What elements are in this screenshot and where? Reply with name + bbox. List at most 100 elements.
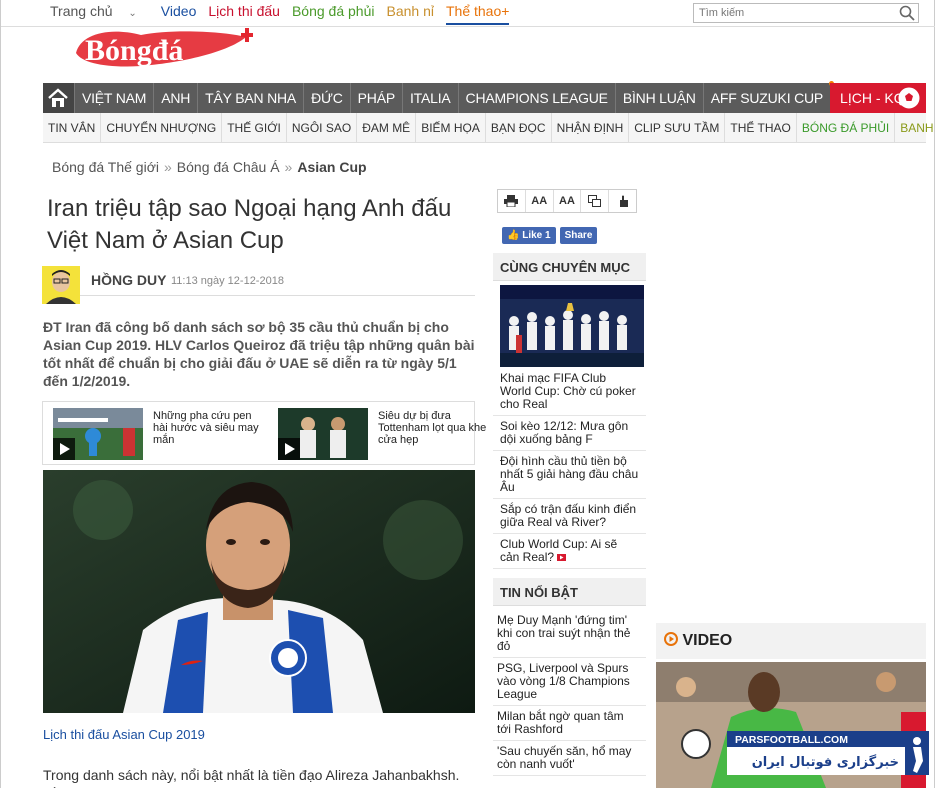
related-videos: Những pha cứu pen hài hước và siêu may m…	[42, 401, 486, 465]
play-circle-icon	[664, 632, 678, 646]
font-decrease-label: AA	[531, 195, 548, 207]
top-link-schedule[interactable]: Lịch thi đấu	[208, 3, 280, 25]
top-link-video[interactable]: Video	[161, 3, 197, 25]
home-icon	[48, 88, 69, 107]
nav-item-anh[interactable]: ANH	[153, 83, 197, 113]
font-decrease-button[interactable]: AA	[526, 190, 554, 212]
nav-item-phap[interactable]: PHÁP	[349, 83, 402, 113]
watermark-persian: خبرگزاری فوتبال ایران	[752, 754, 899, 770]
same-category-item[interactable]: Club World Cup: Ai sẽ cản Real?	[493, 534, 646, 569]
search-input[interactable]: Tìm kiếm	[693, 3, 919, 23]
breadcrumb-item-world[interactable]: Bóng đá Thế giới	[52, 159, 159, 175]
related-video-title: Những pha cứu pen hài hước và siêu may m…	[153, 410, 259, 446]
same-category-thumbnail[interactable]	[500, 285, 644, 367]
copy-button[interactable]	[581, 190, 610, 212]
printer-icon	[504, 195, 519, 207]
top-link-home[interactable]: Trang chủ ⌄	[50, 3, 149, 25]
font-increase-button[interactable]: AA	[554, 190, 582, 212]
same-category-item[interactable]: Sắp có trận đấu kinh điển giữa Real và R…	[493, 499, 646, 534]
byline: HỒNG DUY 11:13 ngày 12-12-2018	[42, 266, 475, 304]
font-increase-label: AA	[559, 195, 575, 207]
hot-news-item[interactable]: 'Sau chuyến săn, hổ may còn nanh vuốt'	[493, 741, 646, 776]
parsfootball-watermark: PARSFOOTBALL.COM خبرگزاری فوتبال ایران	[727, 731, 929, 775]
nav-item-duc[interactable]: ĐỨC	[303, 83, 350, 113]
hot-news-item[interactable]: PSG, Liverpool và Spurs vào vòng 1/8 Cha…	[493, 658, 646, 706]
subnav-item-tin-van[interactable]: TIN VẮN	[43, 112, 102, 143]
subnav-item-biem-hoa[interactable]: BIẾM HỌA	[416, 112, 486, 143]
nav-home-button[interactable]	[43, 83, 74, 113]
article-summary: ĐT Iran đã công bố danh sách sơ bộ 35 cầ…	[43, 319, 475, 389]
chevron-down-icon: ⌄	[128, 8, 137, 19]
top-links: Trang chủ ⌄ Video Lịch thi đấu Bóng đá p…	[50, 3, 521, 25]
breadcrumb-item-asian-cup[interactable]: Asian Cup	[297, 159, 366, 175]
article-hero-image	[43, 470, 475, 713]
author-name[interactable]: HỒNG DUY	[91, 272, 166, 288]
hot-news-item[interactable]: Milan bắt ngờ quan tâm tới Rashford	[493, 706, 646, 741]
soccer-ball-icon	[898, 87, 920, 109]
nav-item-binh-luan[interactable]: BÌNH LUẬN	[614, 83, 703, 113]
article-tools: AA AA	[497, 189, 637, 213]
same-category-list: Khai mạc FIFA Club World Cup: Chờ cú pok…	[493, 368, 646, 569]
subnav-item-bong-da-phui[interactable]: BÓNG ĐÁ PHỦI	[797, 112, 896, 143]
breadcrumb-separator-icon: »	[164, 159, 172, 175]
main-nav: VIỆT NAM ANH TÂY BAN NHA ĐỨC PHÁP ITALIA…	[43, 81, 926, 113]
same-category-item[interactable]: Đội hình cầu thủ tiền bộ nhất 5 giải hàn…	[493, 451, 646, 499]
video-section-title: VIDEO	[682, 632, 733, 649]
video-badge-icon	[557, 554, 567, 561]
hand-icon	[619, 195, 628, 207]
subnav-item-clip-suu-tam[interactable]: CLIP SƯU TẦM	[629, 112, 726, 143]
nav-item-tay-ban-nha[interactable]: TÂY BAN NHA	[197, 83, 303, 113]
nav-item-italia[interactable]: ITALIA	[401, 83, 458, 113]
facebook-like-button[interactable]: 👍 Like 1	[502, 227, 556, 244]
like-hand-button[interactable]	[609, 190, 636, 212]
sub-nav: TIN VẮN CHUYỂN NHƯỢNG THẾ GIỚI NGÔI SAO …	[43, 112, 935, 143]
site-logo[interactable]: Bóngđá	[71, 25, 271, 73]
search-placeholder: Tìm kiếm	[699, 7, 745, 19]
breadcrumb: Bóng đá Thế giới» Bóng đá Châu Á» Asian Cu…	[52, 159, 367, 175]
subnav-item-the-gioi[interactable]: THẾ GIỚI	[222, 112, 287, 143]
image-caption-link[interactable]: Lịch thi đấu Asian Cup 2019	[43, 727, 205, 742]
hot-news-list: Mẹ Duy Mạnh 'đứng tim' khi con trai suýt…	[493, 610, 646, 776]
copy-icon	[588, 195, 602, 207]
breadcrumb-item-asia[interactable]: Bóng đá Châu Á	[177, 159, 280, 175]
related-video-title: Siêu dự bị đưa Tottenham lọt qua khe cửa…	[378, 410, 487, 446]
same-category-heading: CÙNG CHUYÊN MỤC	[493, 253, 646, 281]
related-video-thumbnail	[278, 408, 368, 460]
nav-live-label: LỊCH - KQ	[840, 90, 905, 106]
related-video-thumbnail	[53, 408, 143, 460]
nav-item-aff-suzuki-cup[interactable]: AFF SUZUKI CUP	[702, 81, 835, 113]
logo-text: Bóngđá	[85, 34, 183, 67]
article-body: Trong danh sách này, nổi bật nhất là tiề…	[43, 767, 460, 788]
subnav-item-nhan-dinh[interactable]: NHẬN ĐỊNH	[552, 112, 630, 143]
watermark-site: PARSFOOTBALL.COM	[735, 734, 848, 746]
top-link-bong-da-phui[interactable]: Bóng đá phủi	[292, 3, 375, 25]
same-category-item[interactable]: Soi kèo 12/12: Mưa gôn dội xuống bảng F	[493, 416, 646, 451]
subnav-item-dam-me[interactable]: ĐAM MÊ	[357, 112, 417, 143]
hot-news-item[interactable]: Mẹ Duy Mạnh 'đứng tim' khi con trai suýt…	[493, 610, 646, 658]
nav-live-scores[interactable]: LỊCH - KQ	[830, 83, 926, 113]
top-link-banh-ni[interactable]: Banh nỉ	[387, 3, 434, 25]
search-icon[interactable]	[899, 5, 915, 21]
author-avatar	[42, 266, 80, 304]
related-video-item[interactable]: Siêu dự bị đưa Tottenham lọt qua khe cửa…	[278, 408, 488, 462]
article-title: Iran triệu tập sao Ngoại hạng Anh đấu Vi…	[47, 195, 452, 254]
facebook-like-label: Like 1	[522, 230, 551, 241]
hot-news-heading: TIN NỔI BẬT	[493, 578, 646, 606]
facebook-share-button[interactable]: Share	[559, 227, 598, 244]
video-section-heading: VIDEO	[656, 623, 926, 659]
subnav-item-banh-ni[interactable]: BANH NỈ	[895, 113, 935, 143]
related-video-item[interactable]: Những pha cứu pen hài hước và siêu may m…	[53, 408, 263, 462]
nav-item-champions-league[interactable]: CHAMPIONS LEAGUE	[457, 83, 615, 113]
print-button[interactable]	[498, 190, 526, 212]
breadcrumb-separator-icon: »	[284, 159, 293, 175]
subnav-item-ban-doc[interactable]: BẠN ĐỌC	[486, 112, 552, 143]
subnav-item-chuyen-nhuong[interactable]: CHUYỂN NHƯỢNG	[101, 112, 223, 143]
subnav-item-ngoi-sao[interactable]: NGÔI SAO	[287, 112, 358, 143]
facebook-buttons: 👍 Like 1 Share	[502, 227, 598, 244]
top-link-the-thao[interactable]: Thể thao+	[445, 3, 510, 25]
subnav-item-the-thao[interactable]: THỂ THAO	[725, 112, 797, 143]
same-category-item[interactable]: Khai mạc FIFA Club World Cup: Chờ cú pok…	[493, 368, 646, 416]
nav-item-viet-nam[interactable]: VIỆT NAM	[73, 83, 153, 113]
top-link-home-label: Trang chủ	[50, 3, 113, 19]
publish-time: 11:13 ngày 12-12-2018	[171, 275, 284, 287]
